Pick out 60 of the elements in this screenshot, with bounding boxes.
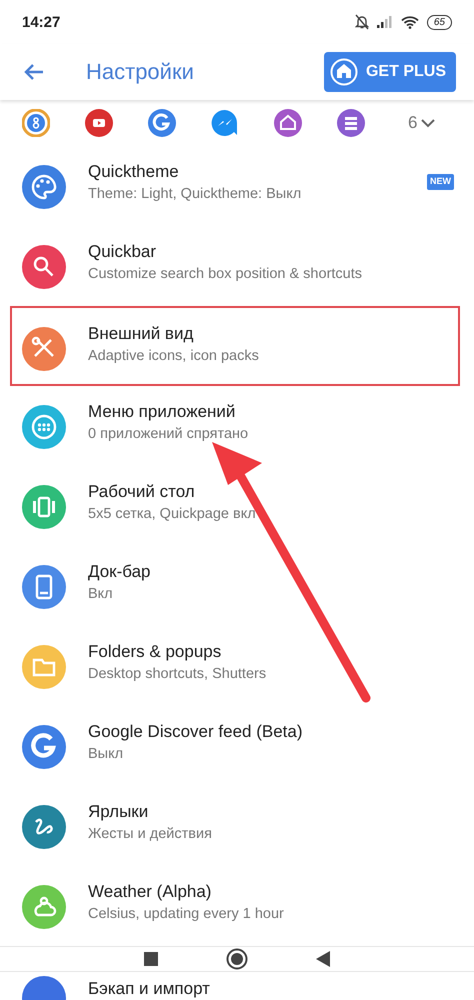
status-time: 14:27 (22, 14, 60, 30)
item-title: Меню приложений (88, 401, 236, 423)
item-subtitle: Жесты и действия (88, 825, 213, 844)
item-title: Док-бар (88, 561, 152, 583)
signal-icon (376, 16, 393, 28)
highlighted-settings-item[interactable]: Внешний вид Adaptive icons, icon packs (10, 306, 460, 386)
item-title: Quickbar (88, 241, 158, 263)
new-badge: NEW (427, 174, 454, 190)
back-icon[interactable] (316, 951, 330, 967)
settings-item[interactable]: Quickbar Customize search box position & shortcuts (0, 226, 474, 306)
item-subtitle: Customize search box position & shortcuts (88, 265, 364, 284)
screen-title: Настройки (86, 59, 195, 85)
settings-item[interactable]: Quicktheme Theme: Light, Quicktheme: Выкл NEW (0, 146, 474, 226)
home-icon (330, 58, 358, 86)
phone-icon (22, 565, 66, 609)
item-subtitle: Theme: Light, Quicktheme: Выкл (88, 185, 302, 204)
item-title: Ярлыки (88, 801, 150, 823)
search-icon (22, 245, 66, 289)
cloud-sun-icon (22, 885, 66, 929)
item-title: Внешний вид (88, 323, 194, 345)
wifi-icon (400, 16, 419, 28)
item-title: Weather (Alpha) (88, 881, 212, 903)
settings-item[interactable]: Google Discover feed (Beta) Выкл (0, 706, 474, 786)
ring-icon[interactable] (22, 109, 50, 137)
settings-item[interactable]: Меню приложений 0 приложений спрятано (0, 386, 474, 466)
item-title: Folders & popups (88, 641, 222, 663)
item-subtitle: Desktop shortcuts, Shutters (88, 665, 268, 684)
g-letter-icon (22, 725, 66, 769)
item-subtitle: Вкл (88, 585, 114, 604)
app-grid-icon (22, 405, 66, 449)
settings-item[interactable]: Weather (Alpha) Celsius, updating every 1 hour (0, 866, 474, 946)
list-icon[interactable] (337, 109, 365, 137)
item-title: Рабочий стол (88, 481, 196, 503)
chat-bubble-icon[interactable] (211, 109, 239, 137)
pages-icon (22, 485, 66, 529)
item-subtitle: Celsius, updating every 1 hour (88, 905, 285, 924)
item-subtitle: Выкл (88, 745, 124, 764)
shortcut-count[interactable]: 6 (408, 113, 436, 133)
get-plus-button[interactable]: GET PLUS (324, 52, 456, 92)
folder-icon (22, 645, 66, 689)
palette-icon (22, 165, 66, 209)
item-title: Quicktheme (88, 161, 180, 183)
item-subtitle: 0 приложений спрятано (88, 425, 250, 444)
settings-item[interactable]: Бэкап и импорт (0, 972, 474, 1000)
house-icon[interactable] (274, 109, 302, 137)
squiggle-icon (22, 805, 66, 849)
settings-item[interactable]: Рабочий стол 5x5 сетка, Quickpage вкл (0, 466, 474, 546)
item-title: Бэкап и импорт (88, 978, 211, 1000)
g-letter-icon[interactable] (148, 109, 176, 137)
bell-off-icon (354, 14, 369, 30)
settings-item[interactable]: Ярлыки Жесты и действия (0, 786, 474, 866)
chevron-down-icon (421, 118, 436, 128)
settings-item[interactable]: Folders & popups Desktop shortcuts, Shutters (0, 626, 474, 706)
play-icon[interactable] (85, 109, 113, 137)
battery-level: 65 (426, 14, 452, 30)
item-subtitle: Adaptive icons, icon packs (88, 347, 260, 366)
item-title: Google Discover feed (Beta) (88, 721, 304, 743)
settings-item[interactable]: Док-бар Вкл (0, 546, 474, 626)
item-subtitle: 5x5 сетка, Quickpage вкл (88, 505, 257, 524)
home-icon[interactable] (226, 948, 248, 970)
